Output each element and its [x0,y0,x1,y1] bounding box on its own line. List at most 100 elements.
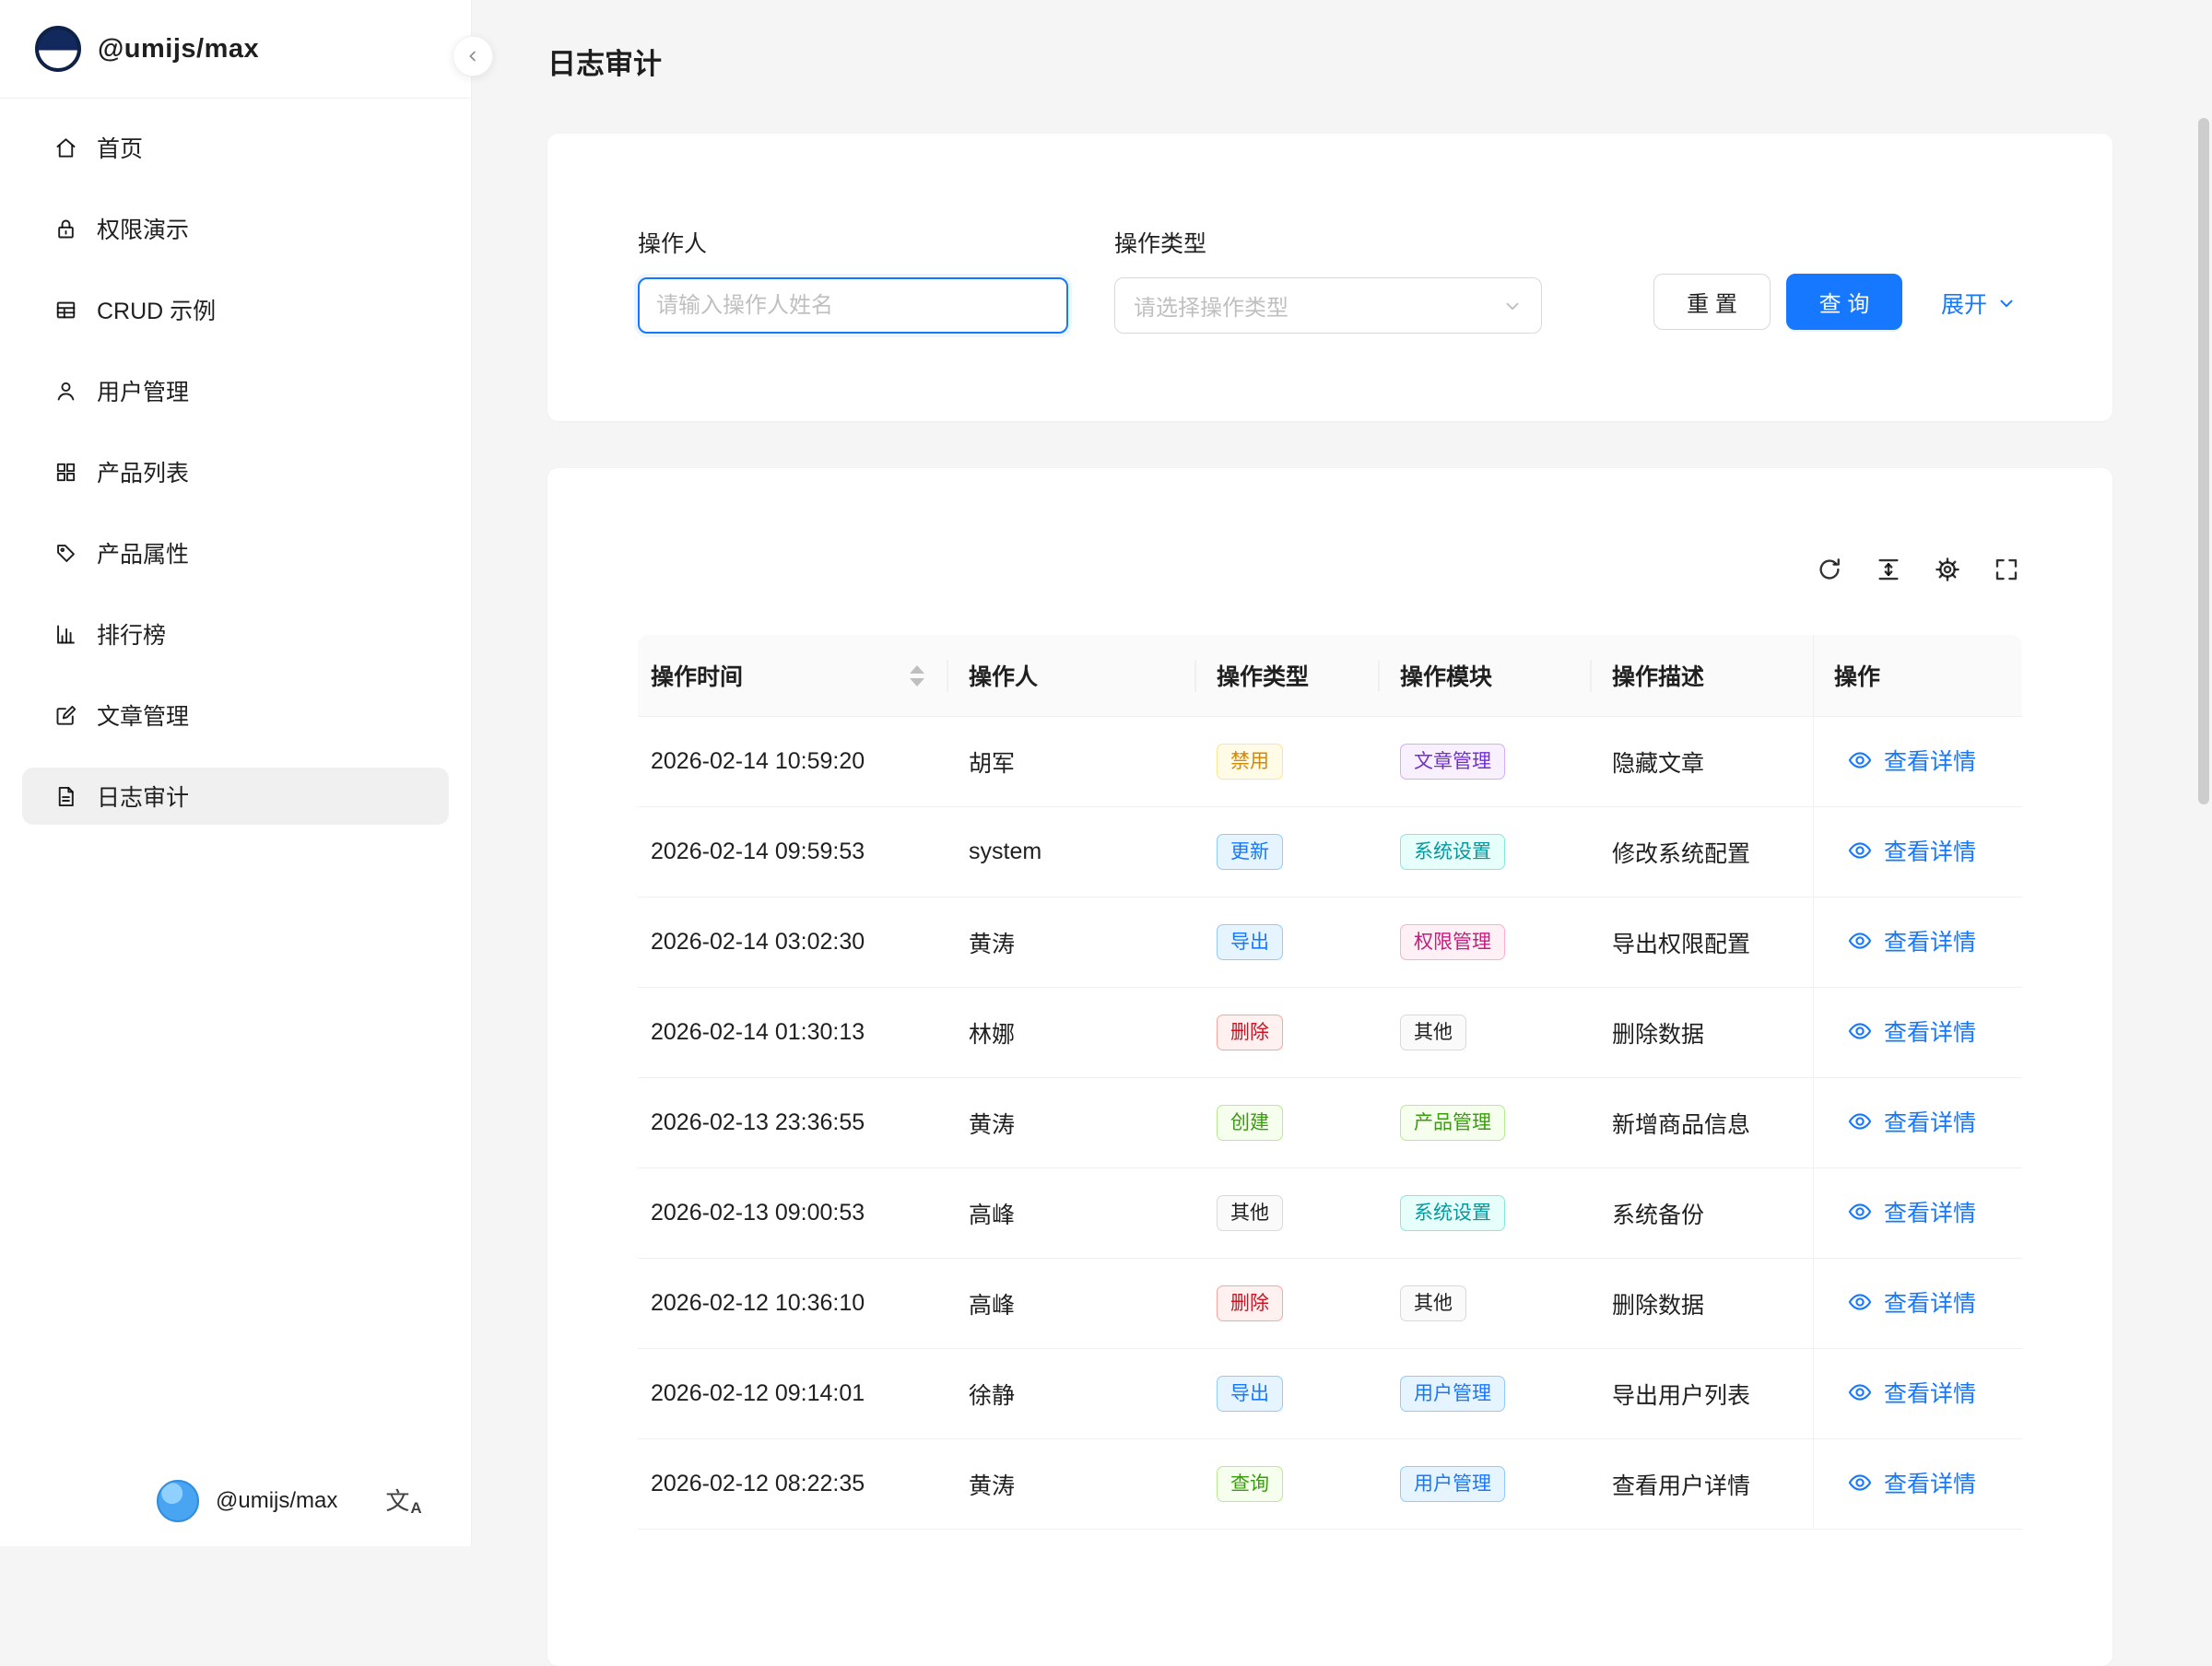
eye-icon [1847,838,1873,863]
edit-icon [53,703,78,728]
view-detail-link[interactable]: 查看详情 [1847,744,1976,777]
type-select[interactable]: 请选择操作类型 [1114,277,1542,334]
sidebar-item-label: 日志审计 [97,780,189,813]
cell-time: 2026-02-12 08:22:35 [638,1439,948,1530]
cell-action: 查看详情 [1813,1349,2022,1439]
col-header-operator: 操作人 [948,635,1196,717]
col-header-module: 操作模块 [1380,635,1592,717]
app-logo[interactable]: @umijs/max [0,0,471,98]
cell-operator: 林娜 [948,988,1196,1078]
cell-desc: 删除数据 [1592,988,1813,1078]
cell-type: 创建 [1196,1078,1380,1168]
cell-module: 其他 [1380,1259,1592,1349]
eye-icon [1847,1109,1873,1134]
cell-module: 产品管理 [1380,1078,1592,1168]
sidebar-item-home[interactable]: 首页 [22,119,449,176]
module-tag: 用户管理 [1400,1466,1505,1503]
bar-chart-icon [53,622,78,647]
view-detail-link[interactable]: 查看详情 [1847,1466,1976,1499]
type-tag: 删除 [1217,1015,1283,1051]
table-row: 2026-02-12 08:22:35黄涛查询用户管理查看用户详情查看详情 [638,1439,2022,1530]
cell-operator: system [948,807,1196,898]
module-tag: 其他 [1400,1015,1466,1051]
search-button[interactable]: 查 询 [1786,274,1902,330]
chevron-down-icon [1996,293,2017,313]
sidebar-item-log-audit[interactable]: 日志审计 [22,768,449,825]
sidebar-item-users[interactable]: 用户管理 [22,362,449,419]
cell-module: 其他 [1380,988,1592,1078]
table-row: 2026-02-14 09:59:53system更新系统设置修改系统配置查看详… [638,807,2022,898]
tag-icon [53,541,78,566]
module-tag: 系统设置 [1400,834,1505,871]
sidebar-item-articles[interactable]: 文章管理 [22,686,449,744]
sidebar-item-label: 首页 [97,131,143,164]
view-detail-link[interactable]: 查看详情 [1847,1105,1976,1138]
page-title: 日志审计 [547,41,662,82]
sidebar-item-crud[interactable]: CRUD 示例 [22,281,449,338]
sidebar-footer: @umijs/max 文A [0,1480,471,1522]
view-detail-link[interactable]: 查看详情 [1847,1195,1976,1228]
sidebar-item-ranking[interactable]: 排行榜 [22,605,449,663]
cell-module: 文章管理 [1380,717,1592,807]
cell-action: 查看详情 [1813,1168,2022,1259]
cell-module: 系统设置 [1380,807,1592,898]
table-body: 2026-02-14 10:59:20胡军禁用文章管理隐藏文章查看详情2026-… [638,717,2022,1530]
sidebar-item-label: 文章管理 [97,698,189,732]
type-tag: 导出 [1217,924,1283,961]
col-header-type: 操作类型 [1196,635,1380,717]
lock-icon [53,217,78,241]
col-header-action: 操作 [1813,635,2022,717]
col-header-time[interactable]: 操作时间 [638,635,948,717]
sidebar-item-permission[interactable]: 权限演示 [22,200,449,257]
cell-desc: 新增商品信息 [1592,1078,1813,1168]
sidebar-item-product-attrs[interactable]: 产品属性 [22,524,449,581]
table-row: 2026-02-12 10:36:10高峰删除其他删除数据查看详情 [638,1259,2022,1349]
file-text-icon [53,784,78,809]
cell-desc: 查看用户详情 [1592,1439,1813,1530]
module-tag: 权限管理 [1400,924,1505,961]
sidebar-item-label: 产品列表 [97,455,189,488]
reset-button[interactable]: 重 置 [1653,274,1771,330]
sidebar: @umijs/max 首页 权限演示 CRUD 示例 用户管理 [0,0,472,1546]
table-header-row: 操作时间 操作人 操作类型 操作模块 操作描述 操作 [638,635,2022,717]
type-tag: 查询 [1217,1466,1283,1503]
cell-desc: 系统备份 [1592,1168,1813,1259]
reload-icon[interactable] [1816,556,1843,583]
module-tag: 文章管理 [1400,744,1505,780]
sorter-icon[interactable] [910,665,924,686]
umi-logo-icon [35,26,81,72]
cell-type: 删除 [1196,1259,1380,1349]
cell-desc: 隐藏文章 [1592,717,1813,807]
table-row: 2026-02-12 09:14:01徐静导出用户管理导出用户列表查看详情 [638,1349,2022,1439]
cell-action: 查看详情 [1813,717,2022,807]
expand-link[interactable]: 展开 [1941,287,2017,320]
cell-time: 2026-02-14 03:02:30 [638,898,948,988]
user-avatar[interactable] [157,1480,199,1522]
module-tag: 产品管理 [1400,1105,1505,1142]
view-detail-link[interactable]: 查看详情 [1847,1376,1976,1409]
operator-input[interactable] [638,277,1068,334]
sidebar-collapse-button[interactable] [453,36,493,76]
table-row: 2026-02-14 03:02:30黄涛导出权限管理导出权限配置查看详情 [638,898,2022,988]
eye-icon [1847,1289,1873,1315]
translate-icon[interactable]: 文A [385,1489,420,1513]
table-row: 2026-02-14 01:30:13林娜删除其他删除数据查看详情 [638,988,2022,1078]
sidebar-item-products[interactable]: 产品列表 [22,443,449,500]
settings-icon[interactable] [1934,556,1961,583]
view-detail-link[interactable]: 查看详情 [1847,924,1976,957]
view-detail-link[interactable]: 查看详情 [1847,1015,1976,1048]
cell-time: 2026-02-14 10:59:20 [638,717,948,807]
cell-time: 2026-02-12 10:36:10 [638,1259,948,1349]
density-icon[interactable] [1875,556,1902,583]
view-detail-link[interactable]: 查看详情 [1847,1285,1976,1319]
cell-operator: 高峰 [948,1168,1196,1259]
fullscreen-icon[interactable] [1993,556,2020,583]
type-tag: 导出 [1217,1376,1283,1413]
cell-operator: 高峰 [948,1259,1196,1349]
cell-type: 导出 [1196,898,1380,988]
scrollbar-thumb[interactable] [2198,118,2209,804]
cell-action: 查看详情 [1813,988,2022,1078]
filter-card: 操作人 操作类型 请选择操作类型 重 置 查 询 展开 [547,134,2112,421]
view-detail-link[interactable]: 查看详情 [1847,834,1976,867]
sidebar-menu: 首页 权限演示 CRUD 示例 用户管理 产品列表 [0,99,471,825]
